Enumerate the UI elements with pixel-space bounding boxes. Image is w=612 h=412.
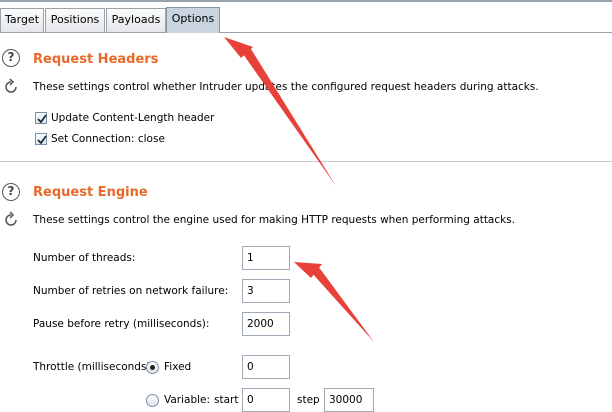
tab-positions[interactable]: Positions <box>45 8 105 32</box>
tab-target[interactable]: Target <box>0 8 44 32</box>
retries-input[interactable] <box>242 279 290 303</box>
pause-label: Pause before retry (milliseconds): <box>33 318 210 330</box>
tab-strip-top-border <box>0 0 612 2</box>
request-engine-title: Request Engine <box>33 185 148 200</box>
tab-payloads[interactable]: Payloads <box>106 8 166 32</box>
update-content-length-checkbox[interactable] <box>35 112 47 124</box>
update-content-length-label: Update Content-Length header <box>51 112 215 124</box>
throttle-variable-label: Variable: <box>164 394 211 406</box>
throttle-fixed-label: Fixed <box>164 361 192 373</box>
threads-label: Number of threads: <box>33 252 136 264</box>
request-headers-title: Request Headers <box>33 52 159 67</box>
retries-label: Number of retries on network failure: <box>33 285 229 297</box>
set-connection-close-checkbox[interactable] <box>35 133 47 145</box>
tab-strip: Target Positions Payloads Options <box>0 0 612 34</box>
tab-options[interactable]: Options <box>166 7 220 33</box>
checkmark-icon <box>37 135 47 145</box>
throttle-label: Throttle (milliseconds): <box>33 361 155 373</box>
radio-dot-icon <box>150 365 155 370</box>
section-divider <box>0 161 612 162</box>
checkmark-icon <box>37 114 47 124</box>
variable-step-input[interactable] <box>324 388 374 412</box>
tab-strip-baseline-left <box>0 32 166 33</box>
variable-start-label: start <box>214 394 239 406</box>
variable-start-input[interactable] <box>242 388 290 412</box>
help-icon[interactable]: ? <box>2 183 20 201</box>
variable-step-label: step <box>297 394 320 406</box>
request-engine-description: These settings control the engine used f… <box>33 214 516 226</box>
throttle-variable-radio[interactable] <box>146 394 159 407</box>
arrow-annotation <box>224 37 336 186</box>
set-connection-close-label: Set Connection: close <box>51 133 165 145</box>
throttle-fixed-input[interactable] <box>242 355 290 379</box>
refresh-icon[interactable] <box>2 78 20 96</box>
threads-input[interactable] <box>242 246 290 270</box>
arrow-annotation <box>294 262 374 342</box>
refresh-icon[interactable] <box>2 211 20 229</box>
pause-input[interactable] <box>242 312 290 336</box>
throttle-fixed-radio[interactable] <box>146 361 159 374</box>
request-headers-description: These settings control whether Intruder … <box>33 81 539 93</box>
help-icon[interactable]: ? <box>2 49 20 67</box>
tab-strip-baseline-right <box>220 32 612 33</box>
